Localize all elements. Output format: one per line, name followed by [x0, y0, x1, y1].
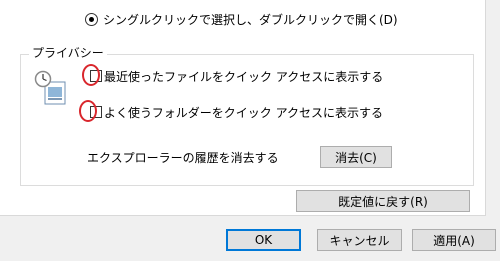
radio-selected-icon[interactable] [85, 12, 98, 26]
clear-history-label: エクスプローラーの履歴を消去する [87, 151, 279, 165]
single-click-radio[interactable]: シングルクリックで選択し、ダブルクリックで開く(D) [85, 10, 398, 28]
show-recent-files-label: 最近使ったファイルをクイック アクセスに表示する [104, 69, 384, 84]
show-frequent-folders-label: よく使うフォルダーをクイック アクセスに表示する [104, 105, 383, 120]
red-highlight-circle [79, 100, 97, 122]
show-frequent-folders-checkbox[interactable]: よく使うフォルダーをクイック アクセスに表示する [90, 104, 383, 120]
privacy-group-title: プライバシー [29, 46, 107, 60]
ok-button[interactable]: OK [226, 229, 301, 251]
show-recent-files-checkbox[interactable]: 最近使ったファイルをクイック アクセスに表示する [90, 68, 383, 84]
single-click-radio-label: シングルクリックで選択し、ダブルクリックで開く(D) [103, 12, 398, 27]
apply-button[interactable]: 適用(A) [412, 229, 496, 251]
options-panel: シングルクリックで選択し、ダブルクリックで開く(D) プライバシー 最近使ったフ… [0, 0, 486, 216]
restore-defaults-button[interactable]: 既定値に戻す(R) [296, 190, 470, 212]
red-highlight-circle [82, 64, 100, 86]
privacy-clock-document-icon [34, 70, 66, 105]
cancel-button[interactable]: キャンセル [317, 229, 402, 251]
clear-history-button[interactable]: 消去(C) [320, 146, 392, 168]
